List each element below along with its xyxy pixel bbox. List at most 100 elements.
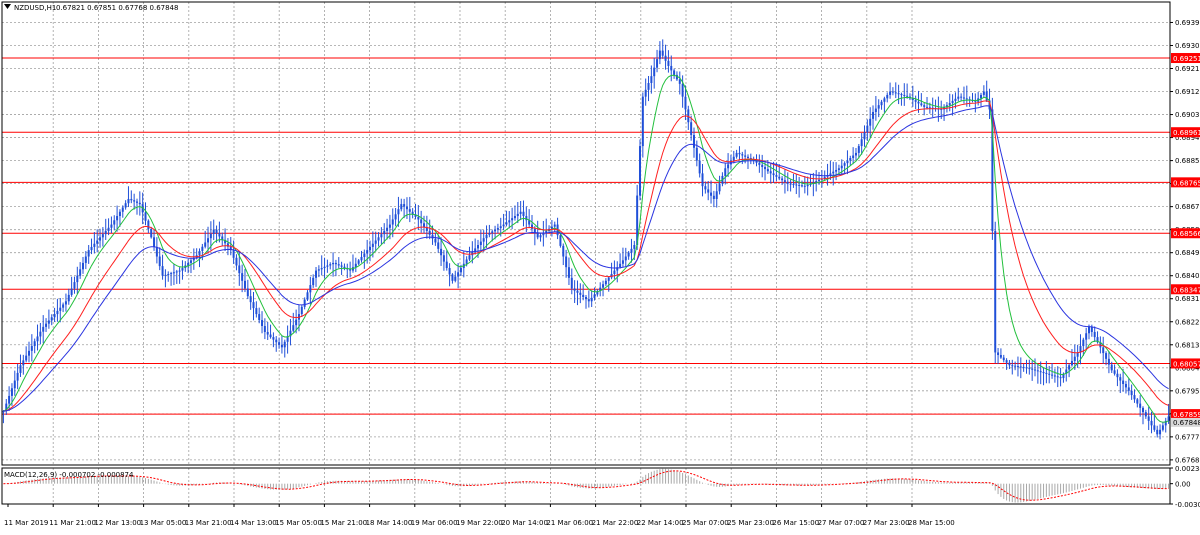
candle-body: [329, 264, 332, 266]
candle-body: [488, 233, 491, 235]
macd-tick-label: 0.002344: [1175, 465, 1200, 473]
candle-body: [8, 395, 11, 404]
moving-averages-layer: [3, 74, 1169, 423]
x-tick-label: 13 Mar 21:00: [185, 519, 232, 527]
candle-body: [687, 109, 690, 123]
candle-body: [380, 234, 383, 238]
candle-body: [377, 237, 380, 241]
candle-body: [147, 220, 150, 230]
candle-body: [388, 224, 391, 228]
candle-body: [1116, 373, 1119, 378]
candle-body: [482, 238, 485, 242]
candle-body: [650, 76, 653, 84]
candle-body: [781, 178, 784, 181]
candle-body: [1110, 364, 1113, 371]
candle-body: [928, 107, 931, 109]
candle-body: [573, 288, 576, 291]
candle-body: [116, 216, 119, 221]
candle-body: [766, 169, 769, 172]
candle-body: [866, 125, 869, 133]
y-tick-label: 0.68670: [1175, 203, 1200, 211]
candle-body: [829, 173, 832, 176]
candle-body: [761, 164, 764, 167]
candle-body: [317, 269, 320, 271]
candle-body: [1042, 372, 1045, 374]
candle-body: [67, 294, 70, 302]
candle-body: [562, 245, 565, 257]
candle-body: [1028, 367, 1031, 369]
candle-body: [263, 326, 266, 332]
candle-body: [99, 237, 102, 241]
candle-body: [576, 290, 579, 293]
candle-body: [93, 243, 96, 247]
candle-body: [252, 302, 255, 309]
candle-body: [485, 234, 488, 239]
candle-body: [772, 173, 775, 176]
triangle-down-icon[interactable]: [4, 4, 11, 9]
candle-body: [1142, 407, 1145, 413]
candle-body: [1005, 360, 1008, 363]
candle-body: [1090, 326, 1093, 332]
macd-label: MACD(12,26,9) -0.000702 -0.000874: [4, 471, 134, 479]
candle-body: [1025, 367, 1028, 369]
candle-body: [656, 59, 659, 68]
candle-body: [803, 185, 806, 187]
candle-body: [735, 152, 738, 157]
candle-body: [852, 155, 855, 159]
candle-body: [863, 132, 866, 140]
candle-body: [269, 334, 272, 338]
candle-body: [965, 98, 968, 100]
x-tick-label: 18 Mar 14:00: [366, 519, 413, 527]
candle-body: [1056, 376, 1059, 378]
candle-body: [306, 292, 309, 300]
candle-body: [778, 176, 781, 179]
candle-body: [10, 388, 13, 396]
candle-body: [999, 355, 1002, 358]
candle-body: [1133, 395, 1136, 400]
candle-body: [769, 171, 772, 174]
candle-body: [243, 280, 246, 289]
candle-body: [491, 231, 494, 234]
candle-body: [1105, 353, 1108, 359]
candle-body: [334, 262, 337, 265]
candle-body: [1059, 377, 1062, 379]
y-tick-label: 0.69030: [1175, 111, 1200, 119]
candles-layer: [2, 39, 1170, 440]
price-axis[interactable]: 0.69390 0.69300 0.69210 0.69120 0.69030 0.689…: [1170, 19, 1200, 509]
candle-body: [272, 337, 275, 340]
candle-body: [499, 226, 502, 228]
candle-body: [954, 98, 957, 101]
candle-body: [835, 169, 838, 172]
candle-body: [155, 246, 158, 257]
candle-body: [1022, 366, 1025, 368]
candle-body: [363, 253, 366, 257]
chart-container[interactable]: 0.69390 0.69300 0.69210 0.69120 0.69030 0.689…: [0, 0, 1200, 531]
candle-body: [818, 179, 821, 182]
y-tick-label: 0.68400: [1175, 272, 1200, 280]
candle-body: [79, 269, 82, 276]
candle-body: [1150, 420, 1153, 426]
candle-body: [516, 213, 519, 217]
candle-body: [698, 160, 701, 174]
candle-body: [479, 241, 482, 246]
candle-body: [670, 65, 673, 71]
candle-body: [36, 336, 39, 342]
candle-body: [718, 183, 721, 192]
current-price-tag-text: 0.67848: [1173, 419, 1200, 427]
candle-body: [559, 235, 562, 246]
candle-body: [332, 262, 335, 265]
candle-body: [744, 155, 747, 157]
candle-body: [428, 230, 431, 235]
candle-body: [135, 201, 138, 203]
candle-body: [653, 67, 656, 77]
candle-body: [872, 111, 875, 119]
ohlc-readout: 0.67821 0.67851 0.67768 0.67848: [56, 4, 178, 12]
price-chart[interactable]: 0.69390 0.69300 0.69210 0.69120 0.69030 0.689…: [0, 0, 1200, 531]
candle-body: [172, 272, 175, 274]
candle-body: [920, 103, 923, 106]
candle-body: [90, 246, 93, 251]
time-axis[interactable]: 11 Mar 2019 11 Mar 21:0012 Mar 13:0013 Ma…: [4, 504, 955, 527]
candle-body: [76, 275, 79, 283]
candle-body: [658, 50, 661, 60]
candle-body: [792, 184, 795, 186]
